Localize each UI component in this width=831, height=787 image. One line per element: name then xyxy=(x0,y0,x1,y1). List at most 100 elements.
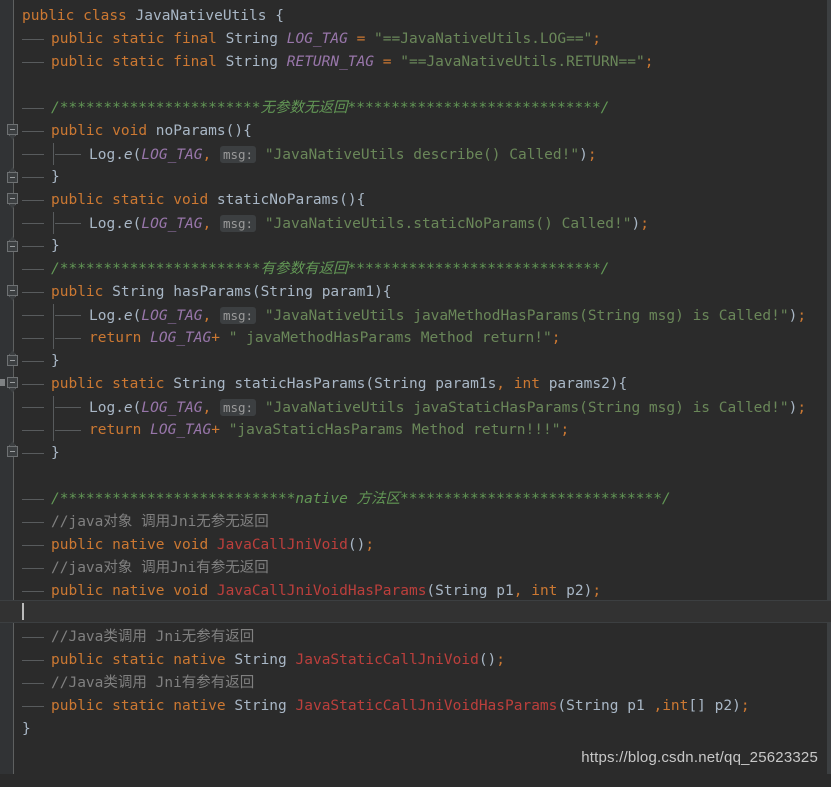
token-keyword: void xyxy=(173,583,209,599)
code-line[interactable]: Log.e(LOG_TAG, msg: "JavaNativeUtils jav… xyxy=(0,304,831,327)
token-method-name: staticHasParams xyxy=(234,376,366,392)
code-line[interactable]: /***************************native 方法区**… xyxy=(0,488,831,511)
code-line[interactable]: public static final String RETURN_TAG = … xyxy=(0,51,831,74)
token-method-static: e xyxy=(123,216,133,232)
token-field: LOG_TAG xyxy=(150,330,212,346)
token-class-ref: Log. xyxy=(89,147,124,163)
code-line[interactable]: //java对象 调用Jni无参无返回 xyxy=(0,511,831,534)
code-line[interactable]: public static String staticHasParams(Str… xyxy=(0,373,831,396)
token-paren: ) xyxy=(732,698,741,714)
token-brace: } xyxy=(51,353,60,369)
token-method-static: e xyxy=(123,308,133,324)
code-editor[interactable]: public class JavaNativeUtils { public st… xyxy=(0,0,831,774)
token-comma: , xyxy=(513,583,523,599)
token-keyword: public xyxy=(51,123,104,139)
token-class-name: JavaNativeUtils xyxy=(135,8,267,24)
code-line[interactable]: public static native String JavaStaticCa… xyxy=(0,695,831,718)
code-line[interactable]: return LOG_TAG+ " javaMethodHasParams Me… xyxy=(0,327,831,350)
token-keyword: public static final xyxy=(51,54,217,70)
token-operator: = xyxy=(382,54,392,70)
token-comma: , xyxy=(496,376,506,392)
code-line[interactable]: } xyxy=(0,350,831,373)
token-paren: ){ xyxy=(374,284,392,300)
token-field: LOG_TAG xyxy=(141,400,203,416)
token-keyword: public xyxy=(22,8,75,24)
watermark-url: https://blog.csdn.net/qq_25623325 xyxy=(581,749,818,766)
token-comma: , xyxy=(202,216,212,232)
code-line[interactable]: return LOG_TAG+ "javaStaticHasParams Met… xyxy=(0,419,831,442)
token-operator: = xyxy=(356,31,366,47)
token-native-method: JavaStaticCallJniVoidHasParams xyxy=(295,698,558,714)
token-type: String xyxy=(225,31,278,47)
token-keyword: public xyxy=(51,192,104,208)
token-param: p2 xyxy=(566,583,584,599)
token-line-comment: //Java类调用 Jni有参有返回 xyxy=(51,675,255,691)
token-keyword: return xyxy=(89,330,142,346)
token-semicolon: ; xyxy=(592,31,602,47)
code-line[interactable]: //Java类调用 Jni有参有返回 xyxy=(0,672,831,695)
code-line[interactable]: Log.e(LOG_TAG, msg: "JavaNativeUtils.sta… xyxy=(0,212,831,235)
token-paren: ( xyxy=(426,583,436,599)
token-line-comment: //Java类调用 Jni无参有返回 xyxy=(51,629,255,645)
token-semicolon: ; xyxy=(797,308,807,324)
code-line[interactable]: Log.e(LOG_TAG, msg: "JavaNativeUtils des… xyxy=(0,143,831,166)
token-param: p1 xyxy=(627,698,645,714)
token-param: param1s xyxy=(435,376,497,392)
code-line[interactable]: //java对象 调用Jni有参无返回 xyxy=(0,557,831,580)
token-keyword: native xyxy=(112,537,165,553)
param-hint: msg: xyxy=(219,215,257,232)
code-line[interactable]: public class JavaNativeUtils { xyxy=(0,5,831,28)
token-comment: /***********************有参数有返回**********… xyxy=(51,261,610,277)
token-method-static: e xyxy=(123,400,133,416)
token-method-name: noParams xyxy=(155,123,226,139)
token-method-name: staticNoParams xyxy=(216,192,340,208)
code-line[interactable]: public static native String JavaStaticCa… xyxy=(0,649,831,672)
token-string: "javaStaticHasParams Method return!!!" xyxy=(228,422,561,438)
token-param: params2 xyxy=(548,376,610,392)
token-type: String xyxy=(173,376,226,392)
code-line[interactable]: } xyxy=(0,166,831,189)
token-type: String xyxy=(234,652,287,668)
token-paren: ) xyxy=(631,216,641,232)
code-line[interactable]: /***********************有参数有返回**********… xyxy=(0,258,831,281)
token-keyword: class xyxy=(83,8,127,24)
code-line[interactable]: /***********************无参数无返回**********… xyxy=(0,97,831,120)
token-keyword: int xyxy=(513,376,540,392)
code-line[interactable]: public static final String LOG_TAG = "==… xyxy=(0,28,831,51)
code-line[interactable]: public static void staticNoParams(){ xyxy=(0,189,831,212)
code-line[interactable]: public native void JavaCallJniVoid(); xyxy=(0,534,831,557)
token-semicolon: ; xyxy=(740,698,750,714)
param-hint: msg: xyxy=(219,307,257,324)
code-surface[interactable]: public class JavaNativeUtils { public st… xyxy=(0,0,831,774)
token-line-comment: //java对象 调用Jni有参无返回 xyxy=(51,560,269,576)
code-line[interactable]: } xyxy=(0,442,831,465)
code-line[interactable]: public void noParams(){ xyxy=(0,120,831,143)
token-semicolon: ; xyxy=(551,330,561,346)
code-line[interactable]: } xyxy=(0,235,831,258)
token-type: String xyxy=(225,54,278,70)
token-comma: , xyxy=(202,400,212,416)
code-line[interactable]: public String hasParams(String param1){ xyxy=(0,281,831,304)
token-native-method: JavaStaticCallJniVoid xyxy=(295,652,479,668)
token-string: "==JavaNativeUtils.RETURN==" xyxy=(400,54,645,70)
token-class-ref: Log. xyxy=(89,400,124,416)
token-keyword: native xyxy=(173,652,226,668)
token-operator: + xyxy=(211,422,220,438)
token-comma: , xyxy=(202,308,212,324)
code-line[interactable]: Log.e(LOG_TAG, msg: "JavaNativeUtils jav… xyxy=(0,396,831,419)
token-keyword: void xyxy=(173,192,209,208)
token-paren: () xyxy=(347,537,366,553)
token-keyword: static xyxy=(112,652,165,668)
token-keyword: public xyxy=(51,698,104,714)
token-paren: ( xyxy=(251,284,261,300)
token-brace: { xyxy=(275,8,284,24)
token-semicolon: ; xyxy=(797,400,807,416)
code-line[interactable]: public native void JavaCallJniVoidHasPar… xyxy=(0,580,831,603)
token-keyword: native xyxy=(112,583,165,599)
token-type: String xyxy=(260,284,313,300)
token-class-ref: Log. xyxy=(89,216,124,232)
token-semicolon: ; xyxy=(640,216,649,232)
code-line[interactable]: } xyxy=(0,718,831,741)
token-bracket: [] xyxy=(688,698,706,714)
code-line[interactable]: //Java类调用 Jni无参有返回 xyxy=(0,626,831,649)
